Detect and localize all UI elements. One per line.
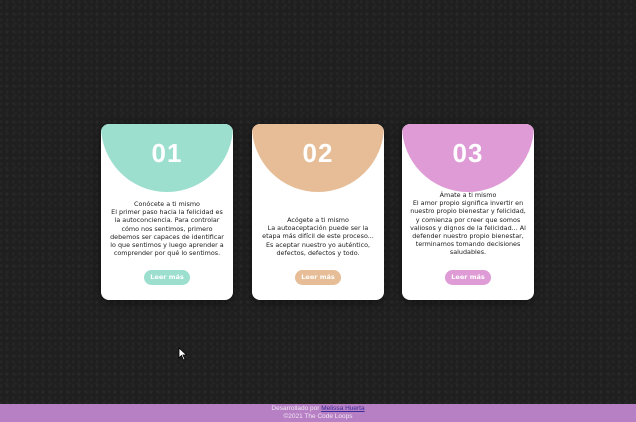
footer-credit-prefix: Desarrollado por xyxy=(271,405,322,412)
card-number: 01 xyxy=(151,138,183,168)
card-body: El amor propio significa invertir en nue… xyxy=(410,199,526,257)
card-number: 02 xyxy=(302,138,334,168)
read-more-button[interactable]: Leer más xyxy=(295,270,341,285)
card-01: 01 Conócete a ti mismo El primer paso ha… xyxy=(101,124,233,300)
card-text: Ámate a ti mismo El amor propio signific… xyxy=(410,191,526,257)
card-text: Acógete a ti mismo La autoaceptación pue… xyxy=(260,216,376,257)
card-body: El primer paso hacia la felicidad es la … xyxy=(110,208,224,258)
card-title: Ámate a ti mismo xyxy=(439,191,497,199)
card-02: 02 Acógete a ti mismo La autoaceptación … xyxy=(252,124,384,300)
footer-copyright: ©2021 The Code Loops xyxy=(283,413,353,420)
read-more-button[interactable]: Leer más xyxy=(445,270,491,285)
card-03: 03 Ámate a ti mismo El amor propio signi… xyxy=(402,124,534,300)
read-more-button[interactable]: Leer más xyxy=(144,270,190,285)
mouse-pointer-icon xyxy=(178,347,188,361)
card-text: Conócete a ti mismo El primer paso hacia… xyxy=(109,200,225,257)
author-link[interactable]: Melissa Huerta xyxy=(321,405,364,412)
footer: Desarrollado por Melissa Huerta ©2021 Th… xyxy=(0,404,636,422)
card-body: La autoaceptación puede ser la etapa más… xyxy=(262,224,374,257)
footer-credit: Desarrollado por Melissa Huerta xyxy=(0,405,636,413)
card-number: 03 xyxy=(452,138,484,168)
card-title: Acógete a ti mismo xyxy=(287,216,349,224)
card-title: Conócete a ti mismo xyxy=(134,200,200,208)
cards-container: 01 Conócete a ti mismo El primer paso ha… xyxy=(0,0,636,404)
